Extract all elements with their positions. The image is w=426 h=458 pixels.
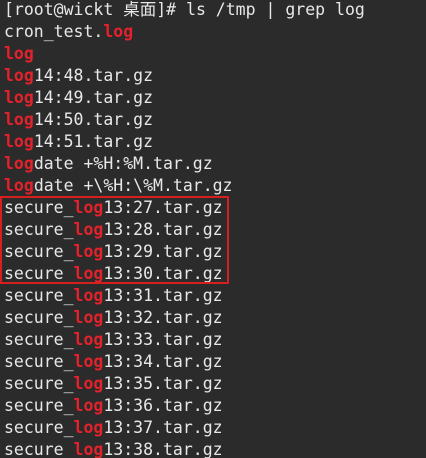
- grep-match: log: [73, 242, 104, 261]
- output-line: secure_log13:27.tar.gz: [4, 197, 365, 219]
- line-suffix: 13:30.tar.gz: [103, 264, 223, 283]
- grep-match: log: [73, 264, 104, 283]
- grep-match: log: [4, 176, 34, 195]
- line-prefix: secure_: [4, 440, 74, 458]
- grep-match: log: [73, 418, 104, 437]
- line-suffix: 13:36.tar.gz: [103, 396, 223, 415]
- grep-match: log: [73, 440, 104, 458]
- line-prefix: secure_: [4, 264, 74, 283]
- grep-match: log: [4, 132, 34, 151]
- line-prefix: secure_: [4, 352, 74, 371]
- line-suffix: 14:48.tar.gz: [33, 66, 154, 85]
- grep-match: log: [73, 308, 104, 327]
- output-line: logdate +\%H:\%M.tar.gz: [4, 175, 365, 197]
- grep-match: log: [73, 330, 104, 349]
- grep-match: log: [73, 374, 104, 393]
- output-line: log14:50.tar.gz: [4, 109, 365, 131]
- terminal-window[interactable]: [root@wickt 桌面]# ls /tmp | grep log cron…: [0, 0, 426, 458]
- command-prompt-line: [root@wickt 桌面]# ls /tmp | grep log: [4, 0, 365, 19]
- line-suffix: 13:34.tar.gz: [103, 352, 223, 371]
- line-prefix: secure_: [4, 220, 74, 239]
- line-suffix: 13:31.tar.gz: [103, 286, 223, 305]
- grep-match: log: [73, 220, 104, 239]
- line-suffix: 13:37.tar.gz: [103, 418, 223, 437]
- line-prefix: secure_: [4, 396, 74, 415]
- line-prefix: secure_: [4, 198, 74, 217]
- line-suffix: 13:27.tar.gz: [103, 198, 223, 217]
- output-line: log14:49.tar.gz: [4, 87, 365, 109]
- output-line: secure_log13:29.tar.gz: [4, 241, 365, 263]
- grep-match: log: [73, 352, 104, 371]
- line-suffix: date +\%H:\%M.tar.gz: [33, 176, 233, 195]
- line-suffix: 13:32.tar.gz: [103, 308, 223, 327]
- line-prefix: secure_: [4, 330, 74, 349]
- line-suffix: 13:38.tar.gz: [103, 440, 223, 458]
- line-prefix: secure_: [4, 374, 74, 393]
- line-suffix: 13:28.tar.gz: [103, 220, 223, 239]
- grep-match: log: [4, 88, 34, 107]
- output-line: secure_log13:28.tar.gz: [4, 219, 365, 241]
- output-line: log14:51.tar.gz: [4, 131, 365, 153]
- line-prefix: secure_: [4, 418, 74, 437]
- grep-match: log: [73, 396, 104, 415]
- line-prefix: secure_: [4, 308, 74, 327]
- output-line: secure_log13:37.tar.gz: [4, 417, 365, 439]
- output-line: secure_log13:31.tar.gz: [4, 285, 365, 307]
- output-line: logdate +%H:%M.tar.gz: [4, 153, 365, 175]
- grep-match: log: [73, 286, 104, 305]
- line-prefix: secure_: [4, 286, 74, 305]
- line-suffix: 14:50.tar.gz: [33, 110, 154, 129]
- output-line: secure_log13:32.tar.gz: [4, 307, 365, 329]
- grep-match: log: [103, 22, 134, 41]
- output-line: secure_log13:36.tar.gz: [4, 395, 365, 417]
- line-suffix: 13:35.tar.gz: [103, 374, 223, 393]
- line-prefix: secure_: [4, 242, 74, 261]
- line-suffix: 13:29.tar.gz: [103, 242, 223, 261]
- output-line: log: [4, 43, 365, 65]
- output-line: secure_log13:33.tar.gz: [4, 329, 365, 351]
- output-line: secure_log13:30.tar.gz: [4, 263, 365, 285]
- output-line: log14:48.tar.gz: [4, 65, 365, 87]
- grep-match: log: [4, 110, 34, 129]
- grep-match: log: [4, 154, 34, 173]
- terminal-output: [root@wickt 桌面]# ls /tmp | grep log cron…: [4, 0, 365, 458]
- line-suffix: 14:51.tar.gz: [33, 132, 154, 151]
- line-prefix: cron_test.: [4, 22, 104, 41]
- grep-match: log: [4, 44, 34, 63]
- line-suffix: date +%H:%M.tar.gz: [33, 154, 213, 173]
- output-line: secure_log13:38.tar.gz: [4, 439, 365, 458]
- output-line: secure_log13:34.tar.gz: [4, 351, 365, 373]
- line-suffix: 14:49.tar.gz: [33, 88, 154, 107]
- line-suffix: 13:33.tar.gz: [103, 330, 223, 349]
- grep-match: log: [73, 198, 104, 217]
- output-line: secure_log13:35.tar.gz: [4, 373, 365, 395]
- output-line: cron_test.log: [4, 21, 365, 43]
- grep-match: log: [4, 66, 34, 85]
